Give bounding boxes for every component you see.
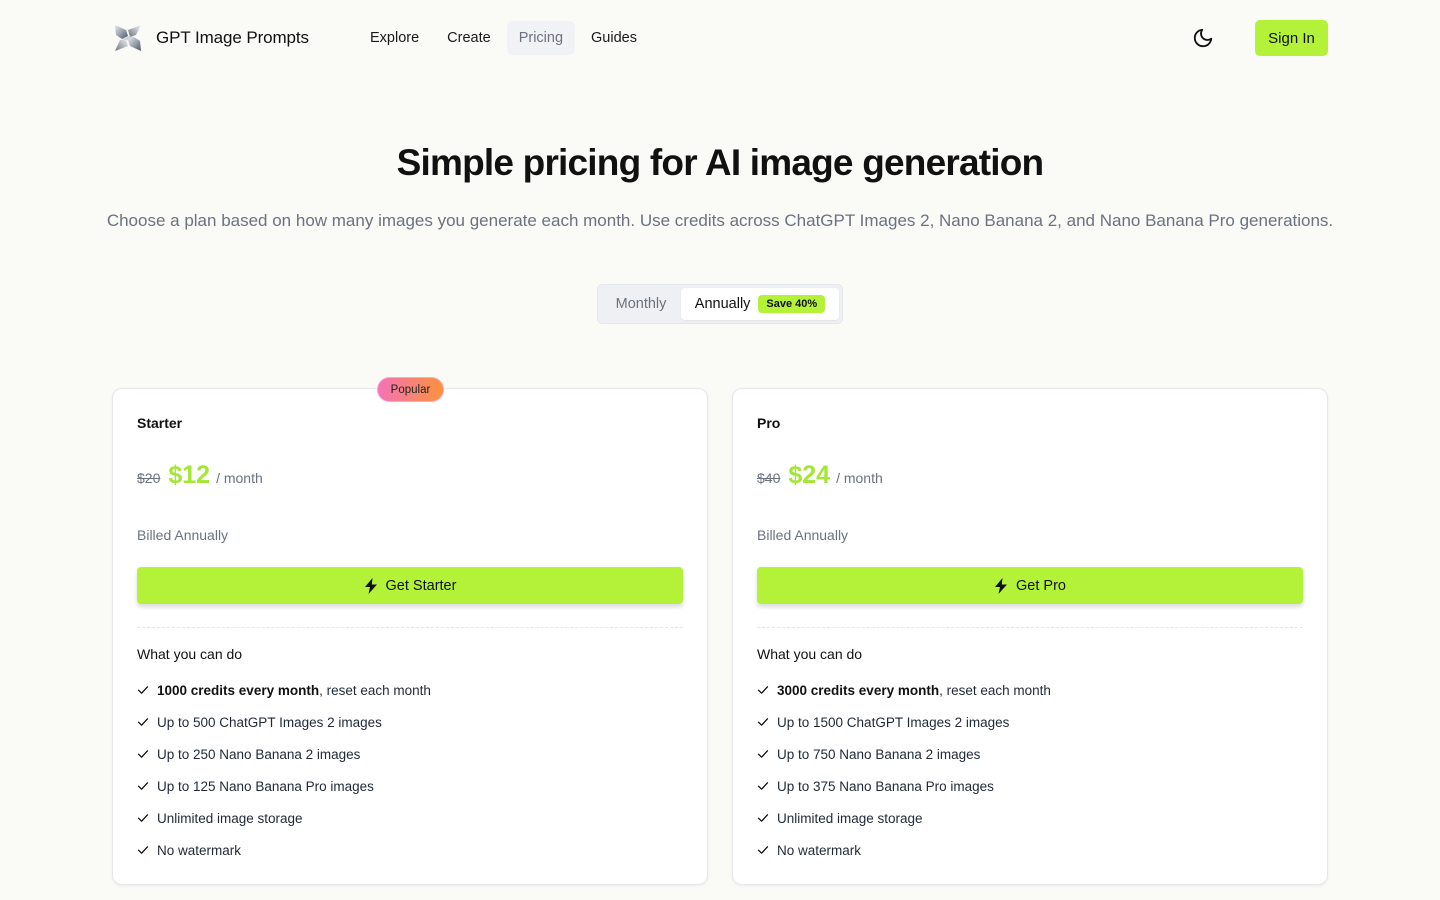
nav-item-pricing[interactable]: Pricing xyxy=(506,21,576,55)
get-starter-button[interactable]: Get Starter xyxy=(137,567,683,604)
feature-item: Unlimited image storage xyxy=(757,802,1051,834)
check-icon xyxy=(137,782,149,790)
plan-name: Starter xyxy=(137,415,183,431)
plan-card-pro: Pro $40 $24 / month Billed Annually Get … xyxy=(732,388,1328,885)
feature-highlight: 3000 credits every month xyxy=(777,682,940,698)
feature-list: 3000 credits every month, reset each mon… xyxy=(757,674,1051,866)
lightning-bolt-icon xyxy=(995,577,1008,594)
feature-item: Up to 500 ChatGPT Images 2 images xyxy=(137,706,431,738)
feature-text: Up to 375 Nano Banana Pro images xyxy=(777,778,994,794)
brand-logo-icon xyxy=(115,25,141,51)
feature-text: Unlimited image storage xyxy=(157,810,303,826)
check-icon xyxy=(757,814,769,822)
price-row: $20 $12 / month xyxy=(137,461,263,495)
theme-toggle-button[interactable] xyxy=(1188,23,1218,53)
current-price: $12 xyxy=(168,461,211,489)
cta-label: Get Pro xyxy=(1016,577,1066,594)
price-period: / month xyxy=(216,470,263,486)
check-icon xyxy=(137,846,149,854)
feature-list: 1000 credits every month, reset each mon… xyxy=(137,674,431,866)
check-icon xyxy=(757,782,769,790)
feature-text: Up to 1500 ChatGPT Images 2 images xyxy=(777,714,1010,730)
feature-item: Up to 750 Nano Banana 2 images xyxy=(757,738,1051,770)
features-title: What you can do xyxy=(137,646,243,662)
brand[interactable]: GPT Image Prompts xyxy=(112,22,309,54)
feature-item: Unlimited image storage xyxy=(137,802,431,834)
original-price: $20 xyxy=(137,470,161,486)
check-icon xyxy=(757,686,769,694)
check-icon xyxy=(757,846,769,854)
feature-text: 1000 credits every month, reset each mon… xyxy=(157,683,431,698)
feature-item: Up to 125 Nano Banana Pro images xyxy=(137,770,431,802)
billing-note: Billed Annually xyxy=(137,527,229,543)
plan-name: Pro xyxy=(757,415,781,431)
sign-in-button[interactable]: Sign In xyxy=(1255,20,1328,56)
billing-note: Billed Annually xyxy=(757,527,849,543)
feature-text: 3000 credits every month, reset each mon… xyxy=(777,683,1051,698)
plan-card-starter: Popular Starter $20 $12 / month Billed A… xyxy=(112,377,708,885)
check-icon xyxy=(137,750,149,758)
feature-item: 3000 credits every month, reset each mon… xyxy=(757,674,1051,706)
check-icon xyxy=(757,718,769,726)
page-title: Simple pricing for AI image generation xyxy=(396,142,1044,183)
price-period: / month xyxy=(836,470,883,486)
feature-text: No watermark xyxy=(157,842,242,858)
check-icon xyxy=(137,686,149,694)
get-pro-button[interactable]: Get Pro xyxy=(757,567,1303,604)
current-price: $24 xyxy=(788,461,831,489)
check-icon xyxy=(137,718,149,726)
save-badge: Save 40% xyxy=(758,295,826,313)
brand-name: GPT Image Prompts xyxy=(156,28,309,47)
feature-item: No watermark xyxy=(137,834,431,866)
feature-rest: , reset each month xyxy=(939,682,1051,698)
page-subtitle: Choose a plan based on how many images y… xyxy=(106,211,1334,230)
billing-annually-option[interactable]: Annually Save 40% xyxy=(681,288,839,320)
feature-text: Unlimited image storage xyxy=(777,810,923,826)
feature-item: Up to 1500 ChatGPT Images 2 images xyxy=(757,706,1051,738)
feature-text: Up to 500 ChatGPT Images 2 images xyxy=(157,714,382,730)
nav-item-explore[interactable]: Explore xyxy=(358,21,431,55)
check-icon xyxy=(137,814,149,822)
feature-text: Up to 750 Nano Banana 2 images xyxy=(777,746,981,762)
billing-period-toggle: Monthly Annually Save 40% xyxy=(597,284,843,324)
feature-text: No watermark xyxy=(777,842,862,858)
check-icon xyxy=(757,750,769,758)
feature-item: No watermark xyxy=(757,834,1051,866)
moon-icon xyxy=(1193,28,1213,48)
original-price: $40 xyxy=(757,470,781,486)
lightning-bolt-icon xyxy=(364,577,377,594)
divider xyxy=(137,627,683,628)
price-row: $40 $24 / month xyxy=(757,461,883,495)
nav-item-guides[interactable]: Guides xyxy=(579,21,649,55)
feature-rest: , reset each month xyxy=(319,682,431,698)
features-title: What you can do xyxy=(757,646,863,662)
billing-annually-label: Annually xyxy=(694,296,751,312)
cta-label: Get Starter xyxy=(385,577,457,594)
feature-item: Up to 375 Nano Banana Pro images xyxy=(757,770,1051,802)
popular-badge: Popular xyxy=(377,377,444,402)
billing-monthly-option[interactable]: Monthly xyxy=(601,288,681,320)
feature-item: Up to 250 Nano Banana 2 images xyxy=(137,738,431,770)
feature-text: Up to 125 Nano Banana Pro images xyxy=(157,778,374,794)
nav-item-create[interactable]: Create xyxy=(435,21,503,55)
feature-text: Up to 250 Nano Banana 2 images xyxy=(157,746,361,762)
feature-item: 1000 credits every month, reset each mon… xyxy=(137,674,431,706)
site-header: GPT Image Prompts Explore Create Pricing… xyxy=(0,0,1440,76)
main-nav: Explore Create Pricing Guides xyxy=(358,21,649,55)
divider xyxy=(757,627,1303,628)
feature-highlight: 1000 credits every month xyxy=(157,682,320,698)
